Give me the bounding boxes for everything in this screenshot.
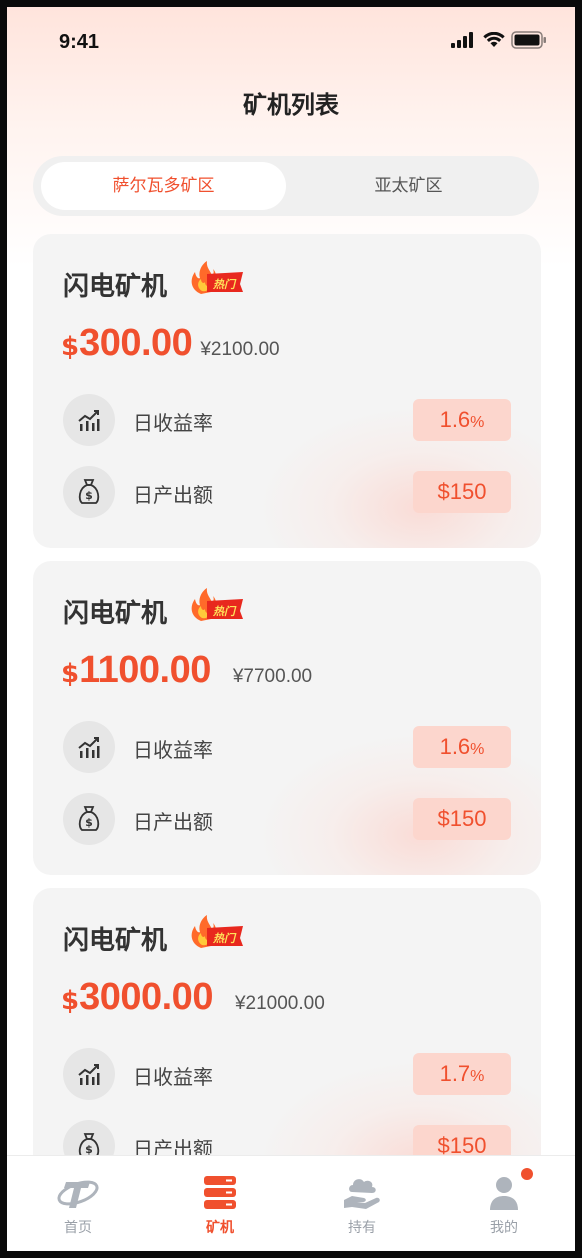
price-cny: ¥7700.00: [232, 666, 313, 687]
home-logo-icon: [57, 1180, 99, 1208]
stat-label: 日产出额: [133, 810, 213, 834]
hot-badge-label: 热门: [212, 605, 237, 618]
stat-daily-output: $ 日产出额 $150: [63, 466, 511, 518]
nav-holdings[interactable]: 持有: [291, 1156, 433, 1251]
cellular-signal-icon: [451, 32, 473, 48]
miner-name: 闪电矿机: [63, 599, 168, 629]
stat-value: 1.6%: [413, 726, 511, 768]
stat-daily-yield: 日收益率 1.6%: [63, 394, 511, 446]
price-usd: 300.00: [79, 322, 193, 364]
stat-value: 1.7%: [413, 1053, 511, 1095]
app-screen: 9:41 矿机列表 萨尔瓦多矿区 亚太矿区 闪电矿机 热门 $ 300.00 ¥…: [7, 7, 575, 1251]
stat-label: 日收益率: [133, 738, 213, 762]
svg-text:$: $: [85, 489, 93, 502]
stat-value: 1.6%: [413, 399, 511, 441]
page-title: 矿机列表: [243, 91, 339, 119]
money-bag-icon: $: [63, 466, 115, 518]
hot-flame-badge-icon: 热门: [191, 915, 243, 948]
price-currency: $: [61, 659, 80, 689]
hot-badge-label: 热门: [212, 932, 237, 945]
stat-label: 日收益率: [133, 411, 213, 435]
server-icon: [204, 1176, 236, 1209]
money-bag-icon: $: [63, 793, 115, 845]
notification-dot: [521, 1168, 533, 1180]
price-currency: $: [61, 332, 80, 362]
miner-name: 闪电矿机: [63, 272, 168, 302]
price-usd: 1100.00: [79, 649, 211, 691]
price-row: $ 300.00 ¥2100.00: [61, 322, 280, 365]
miner-card[interactable]: 闪电矿机 热门 $ 300.00 ¥2100.00 日收益率 1.6% $ 日产…: [33, 234, 541, 548]
status-icons: [451, 31, 547, 49]
hand-cloud-icon: [344, 1179, 380, 1209]
nav-miners[interactable]: 矿机: [149, 1156, 291, 1251]
stat-value-unit: %: [470, 1068, 485, 1085]
price-cny: ¥2100.00: [200, 339, 280, 360]
svg-text:$: $: [85, 816, 93, 829]
hot-flame-badge-icon: 热门: [191, 588, 243, 621]
price-row: $ 3000.00 ¥21000.00: [61, 976, 325, 1019]
hot-flame-badge-icon: 热门: [191, 261, 243, 294]
chart-icon: [63, 1048, 115, 1100]
hot-badge-label: 热门: [212, 278, 237, 291]
status-time: 9:41: [59, 31, 100, 53]
stat-value-number: 1.6: [439, 407, 471, 432]
stat-label: 日产出额: [133, 483, 213, 507]
bottom-tab-bar: 首页 矿机 持有 我的: [7, 1155, 575, 1251]
chart-icon: [63, 721, 115, 773]
stat-value-unit: %: [470, 741, 485, 758]
stat-value-number: $150: [437, 806, 487, 831]
price-usd: 3000.00: [79, 976, 213, 1018]
miner-name: 闪电矿机: [63, 926, 168, 956]
stat-daily-yield: 日收益率 1.7%: [63, 1048, 511, 1100]
stat-value-unit: %: [470, 414, 485, 431]
stat-value: $150: [413, 471, 511, 513]
region-tabs: 萨尔瓦多矿区 亚太矿区: [33, 156, 539, 216]
nav-label: 矿机: [206, 1220, 234, 1236]
stat-value-number: 1.7: [439, 1061, 471, 1086]
user-icon: [490, 1177, 518, 1210]
price-row: $ 1100.00 ¥7700.00: [61, 649, 312, 692]
nav-label: 持有: [348, 1220, 376, 1236]
nav-label: 首页: [64, 1220, 92, 1236]
stat-value: $150: [413, 798, 511, 840]
status-bar: 9:41: [7, 7, 575, 77]
price-cny: ¥21000.00: [234, 993, 325, 1014]
chart-icon: [63, 394, 115, 446]
tab-el-salvador[interactable]: 萨尔瓦多矿区: [41, 162, 286, 210]
wifi-icon: [483, 32, 505, 47]
stat-value-number: $150: [437, 479, 487, 504]
nav-label: 我的: [490, 1220, 518, 1236]
stat-daily-yield: 日收益率 1.6%: [63, 721, 511, 773]
nav-home[interactable]: 首页: [7, 1156, 149, 1251]
stat-daily-output: $ 日产出额 $150: [63, 793, 511, 845]
price-currency: $: [61, 986, 80, 1016]
nav-profile[interactable]: 我的: [433, 1156, 575, 1251]
miner-card[interactable]: 闪电矿机 热门 $ 1100.00 ¥7700.00 日收益率 1.6% $ 日…: [33, 561, 541, 875]
tab-asia-pacific[interactable]: 亚太矿区: [286, 162, 531, 210]
stat-label: 日收益率: [133, 1065, 213, 1089]
battery-icon: [511, 31, 546, 49]
stat-value-number: 1.6: [439, 734, 471, 759]
